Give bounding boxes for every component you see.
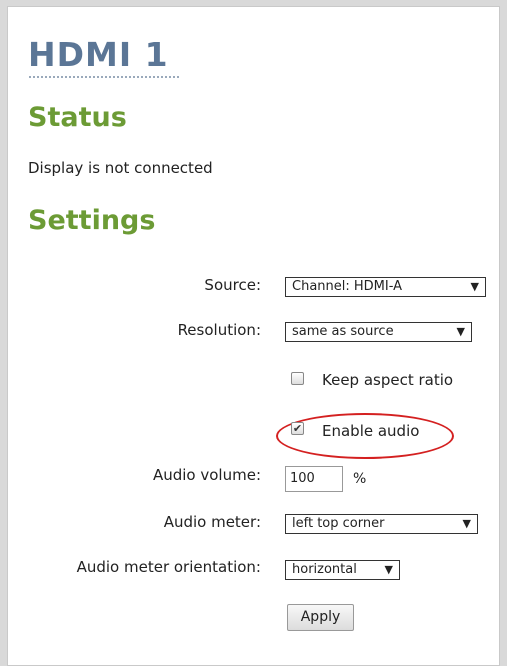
audio-volume-input[interactable]: 100 [285,466,343,492]
audio-meter-orientation-select[interactable]: horizontal ▼ [285,560,400,580]
title-underline [29,76,179,78]
audio-volume-unit: % [353,471,367,487]
chevron-down-icon: ▼ [462,517,471,530]
apply-button[interactable]: Apply [287,604,354,631]
enable-audio-checkbox[interactable]: ✔ [291,422,304,435]
enable-audio-label: Enable audio [322,422,420,440]
source-select-value: Channel: HDMI-A [292,279,403,294]
status-text: Display is not connected [28,159,213,177]
keep-aspect-ratio-label: Keep aspect ratio [322,371,454,389]
keep-aspect-ratio-checkbox[interactable] [291,372,304,385]
page-title: HDMI 1 [28,35,169,74]
source-select[interactable]: Channel: HDMI-A ▼ [285,277,486,297]
audio-meter-orientation-label: Audio meter orientation: [76,558,261,576]
source-label: Source: [204,276,261,294]
resolution-select-value: same as source [292,324,394,339]
hdmi-settings-panel: HDMI 1 Status Display is not connected S… [7,6,500,666]
resolution-select[interactable]: same as source ▼ [285,322,472,342]
chevron-down-icon: ▼ [456,325,465,338]
audio-meter-select-value: left top corner [292,516,385,531]
chevron-down-icon: ▼ [470,280,479,293]
status-heading: Status [28,102,127,133]
audio-meter-label: Audio meter: [163,513,261,531]
resolution-label: Resolution: [177,321,261,339]
audio-volume-label: Audio volume: [152,466,261,484]
orientation-select-value: horizontal [292,562,357,577]
checkmark-icon: ✔ [292,422,303,435]
chevron-down-icon: ▼ [384,563,393,576]
audio-meter-select[interactable]: left top corner ▼ [285,514,478,534]
settings-heading: Settings [28,205,156,236]
